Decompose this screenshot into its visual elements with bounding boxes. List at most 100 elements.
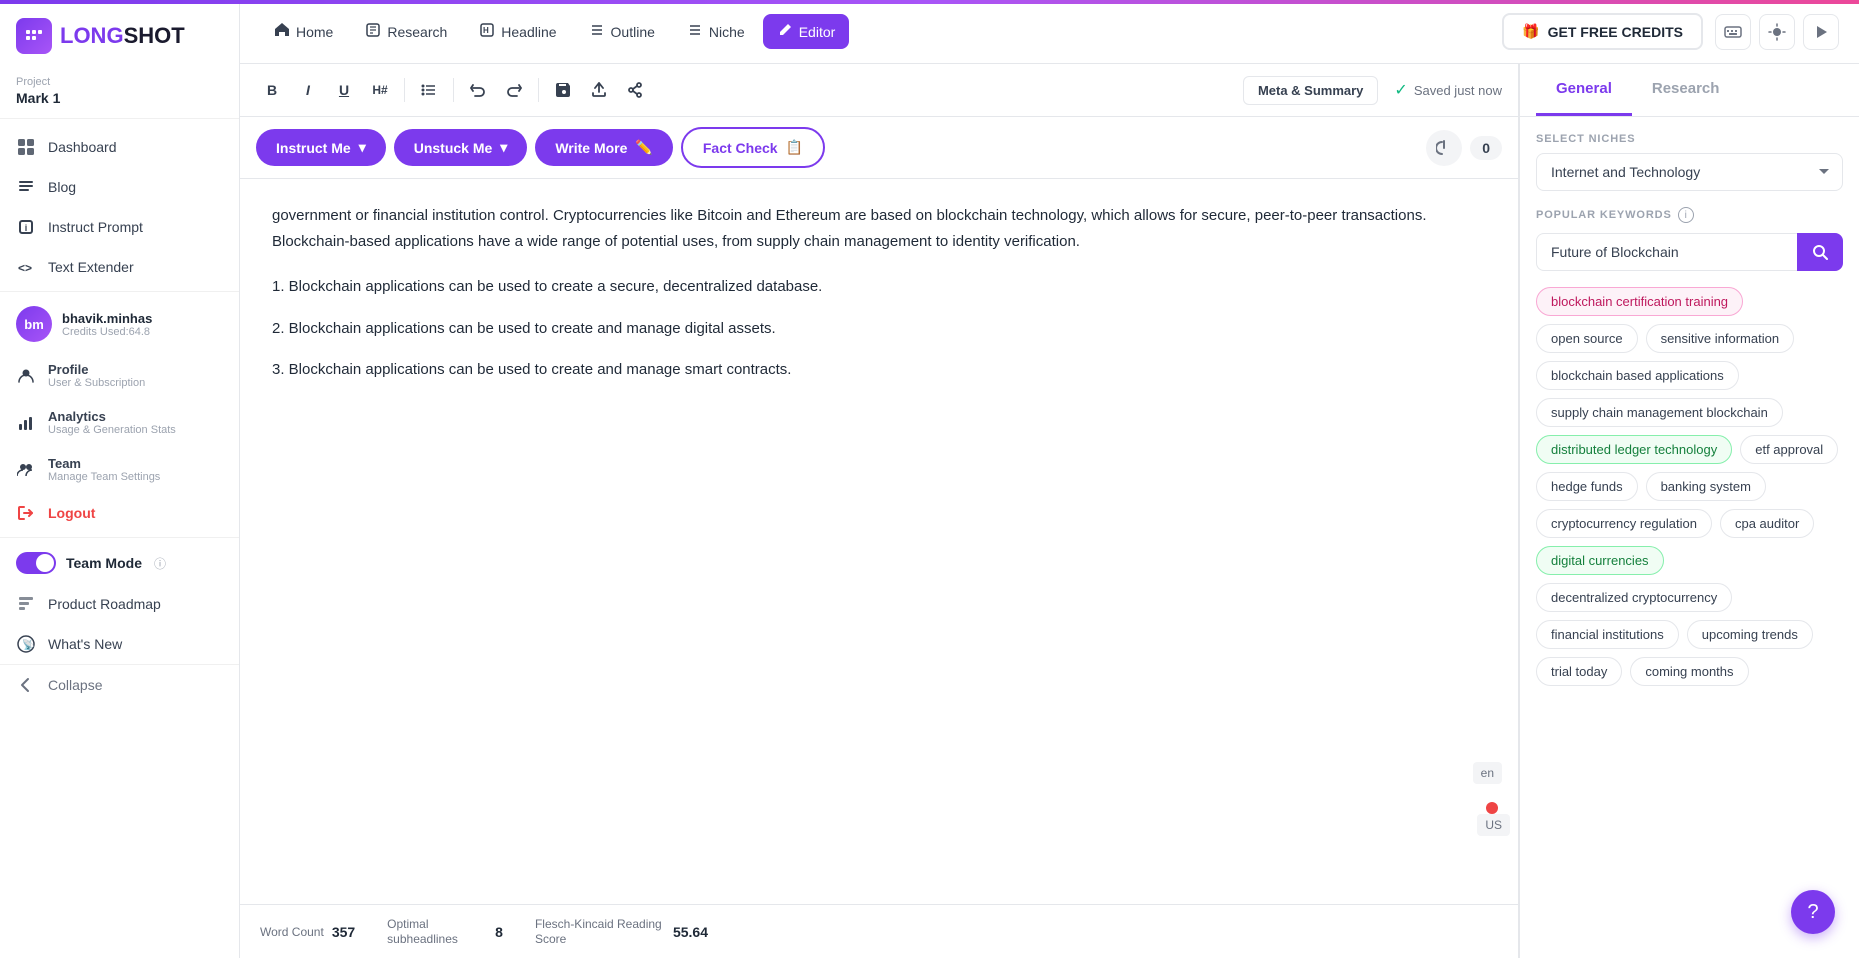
play-icon-btn[interactable] [1803,14,1839,50]
keyword-search-button[interactable] [1797,233,1843,271]
keyword-tag[interactable]: etf approval [1740,435,1838,464]
keyword-tag[interactable]: supply chain management blockchain [1536,398,1783,427]
power-area: 0 [1426,130,1502,166]
niche-select[interactable]: Internet and Technology [1536,153,1843,191]
sidebar-item-product-roadmap[interactable]: Product Roadmap [0,584,239,624]
keyword-tag[interactable]: cpa auditor [1720,509,1814,538]
save-button[interactable] [547,74,579,106]
popular-keywords-label: POPULAR KEYWORDS [1536,209,1672,221]
keyword-tag[interactable]: coming months [1630,657,1748,686]
keyboard-icon-btn[interactable] [1715,14,1751,50]
keyword-tag[interactable]: open source [1536,324,1638,353]
keyword-tag[interactable]: trial today [1536,657,1622,686]
keyword-tag[interactable]: distributed ledger technology [1536,435,1732,464]
keyword-tag[interactable]: blockchain certification training [1536,287,1743,316]
keyword-search-input[interactable] [1536,233,1797,271]
us-indicator: US [1477,814,1510,836]
editor-toolbar: B I U H# [240,64,1518,117]
nav-editor-label: Editor [799,24,836,40]
toolbar-separator-2 [453,78,454,102]
italic-button[interactable]: I [292,74,324,106]
sidebar-item-profile[interactable]: Profile User & Subscription [0,352,239,399]
tab-research[interactable]: Research [1632,64,1740,116]
sidebar-item-text-extender[interactable]: <> Text Extender [0,247,239,287]
team-mode-toggle[interactable] [16,552,56,574]
profile-label: Profile [48,362,145,377]
list-item-1: 1. Blockchain applications can be used t… [272,274,1486,300]
user-section[interactable]: bm bhavik.minhas Credits Used:64.8 [0,296,239,352]
sidebar-item-blog[interactable]: Blog [0,167,239,207]
undo-button[interactable] [462,74,494,106]
keyword-tag[interactable]: digital currencies [1536,546,1664,575]
sidebar-divider-1 [0,291,239,292]
count-badge: 0 [1470,136,1502,160]
team-mode-item[interactable]: Team Mode ⓘ [0,542,239,584]
sidebar-item-instruct[interactable]: i Instruct Prompt [0,207,239,247]
keyword-tag[interactable]: banking system [1646,472,1766,501]
team-sub: Manage Team Settings [48,471,160,483]
collapse-item[interactable]: Collapse [0,664,239,705]
export-button[interactable] [583,74,615,106]
meta-summary-button[interactable]: Meta & Summary [1243,76,1378,105]
bold-button[interactable]: B [256,74,288,106]
sidebar-item-logout[interactable]: Logout [0,493,239,533]
list-item-3: 3. Blockchain applications can be used t… [272,357,1486,383]
saved-indicator: ✓ Saved just now [1394,80,1502,100]
keywords-info-icon[interactable]: i [1678,207,1694,223]
nav-editor[interactable]: Editor [763,14,850,49]
keyword-tag[interactable]: upcoming trends [1687,620,1813,649]
meta-summary-label: Meta & Summary [1258,83,1363,98]
fact-check-button[interactable]: Fact Check 📋 [681,127,825,168]
logout-label: Logout [48,505,95,521]
dashboard-label: Dashboard [48,139,117,155]
blog-label: Blog [48,179,76,195]
instruct-me-button[interactable]: Instruct Me ▾ [256,129,386,166]
nav-niche-label: Niche [709,24,745,40]
keyword-tag[interactable]: hedge funds [1536,472,1638,501]
dashboard-icon [16,137,36,157]
logo-icon [16,18,52,54]
write-more-button[interactable]: Write More ✏️ [535,129,673,166]
keyword-tag[interactable]: sensitive information [1646,324,1795,353]
svg-text:H: H [483,26,489,35]
redo-button[interactable] [498,74,530,106]
sidebar-item-dashboard[interactable]: Dashboard [0,127,239,167]
keyword-tag[interactable]: cryptocurrency regulation [1536,509,1712,538]
keyword-tag[interactable]: blockchain based applications [1536,361,1739,390]
heading-button[interactable]: H# [364,74,396,106]
get-credits-button[interactable]: 🎁 GET FREE CREDITS [1502,13,1703,50]
list-button[interactable] [413,74,445,106]
theme-toggle-btn[interactable] [1759,14,1795,50]
underline-button[interactable]: U [328,74,360,106]
unstuck-chevron-icon: ▾ [500,139,507,156]
sidebar-item-whats-new[interactable]: 📡 What's New [0,624,239,664]
nav-headline[interactable]: H Headline [465,14,570,49]
action-toolbar: Instruct Me ▾ Unstuck Me ▾ Write More ✏️… [240,117,1518,179]
unstuck-me-label: Unstuck Me [414,140,493,156]
headline-nav-icon: H [479,22,495,41]
outline-nav-icon [589,22,605,41]
keyword-tag[interactable]: financial institutions [1536,620,1679,649]
write-more-label: Write More [555,140,627,156]
nav-outline[interactable]: Outline [575,14,669,49]
project-section: Project Mark 1 [0,68,239,119]
flesch-stat: Flesch-Kincaid Reading Score 55.64 [535,917,708,946]
home-nav-icon [274,22,290,41]
nav-research[interactable]: Research [351,14,461,49]
keyword-tag[interactable]: decentralized cryptocurrency [1536,583,1732,612]
lang-indicator: en [1473,762,1502,784]
share-button[interactable] [619,74,651,106]
unstuck-me-button[interactable]: Unstuck Me ▾ [394,129,528,166]
team-icon [16,460,36,480]
flesch-label: Flesch-Kincaid Reading Score [535,917,665,946]
gift-icon: 🎁 [1522,23,1539,40]
sidebar-item-analytics[interactable]: Analytics Usage & Generation Stats [0,399,239,446]
help-fab-button[interactable]: ? [1791,890,1835,934]
editor-content[interactable]: government or financial institution cont… [240,179,1518,904]
nav-niche[interactable]: Niche [673,14,759,49]
sidebar-item-team[interactable]: Team Manage Team Settings [0,446,239,493]
power-button[interactable] [1426,130,1462,166]
nav-home[interactable]: Home [260,14,347,49]
analytics-info: Analytics Usage & Generation Stats [48,409,176,436]
tab-general[interactable]: General [1536,64,1632,116]
